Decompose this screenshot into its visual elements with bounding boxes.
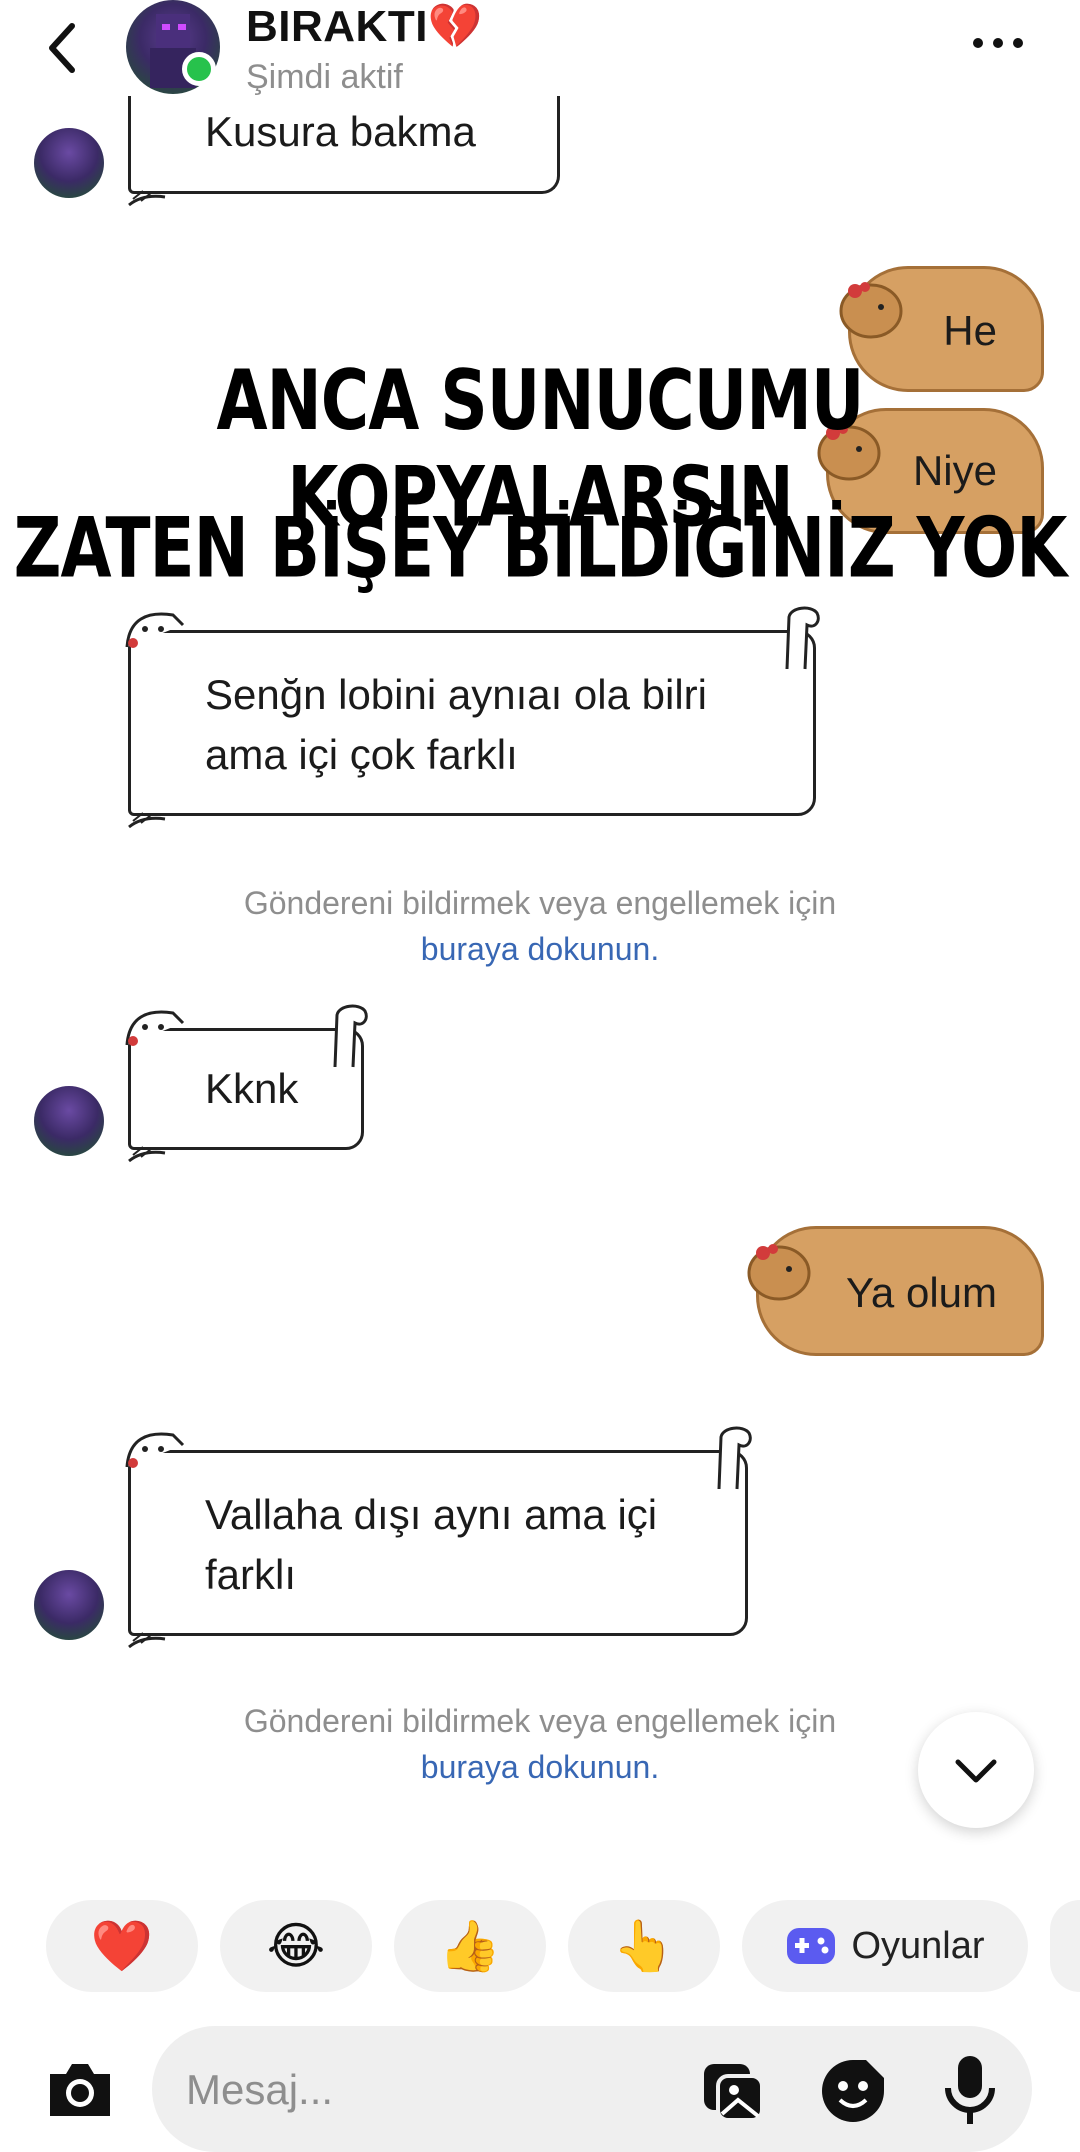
message-bubble[interactable]: Kusura bakma — [128, 96, 560, 207]
active-status: Şimdi aktif — [246, 58, 403, 96]
scroll-curl-decoration — [785, 606, 820, 670]
gamepad-icon — [787, 1928, 836, 1964]
message-text: Kknk — [205, 1065, 299, 1112]
sticker-icon[interactable] — [820, 2058, 886, 2124]
scroll-tail-decoration — [128, 812, 166, 829]
microphone-icon[interactable] — [942, 2054, 998, 2126]
online-indicator — [182, 52, 216, 86]
message-bubble[interactable]: Senğn lobini aynıaı ola bilri ama içi ço… — [125, 606, 820, 829]
quick-reaction-thumbs-up[interactable]: 👍 — [394, 1900, 546, 1992]
scroll-tail-decoration — [128, 190, 166, 207]
gallery-icon[interactable] — [700, 2058, 766, 2124]
quick-reaction-point-up[interactable]: 👆 — [568, 1900, 720, 1992]
contact-name[interactable]: BIRAKTI💔 — [246, 0, 483, 52]
message-bubble[interactable]: Kknk — [125, 1004, 368, 1163]
scroll-to-bottom-button[interactable] — [918, 1712, 1034, 1828]
laughing-face-icon: 😂 — [266, 1918, 326, 1974]
scroll-tail-decoration — [128, 1632, 166, 1649]
contact-avatar-small[interactable] — [34, 1086, 104, 1156]
games-button[interactable]: Oyunlar — [742, 1900, 1028, 1992]
message-text-line2: farklı — [205, 1551, 297, 1598]
report-notice: Göndereni bildirmek veya engellemek için… — [0, 880, 1080, 972]
message-input[interactable]: Mesaj... — [186, 2066, 333, 2114]
cat-face-decoration — [125, 1432, 185, 1468]
quick-reaction-heart[interactable]: ❤️ — [46, 1900, 198, 1992]
thumbs-up-icon: 👍 — [438, 1917, 502, 1974]
message-text: Ya olum — [846, 1269, 997, 1316]
message-bubble[interactable]: Vallaha dışı aynı ama içi farklı — [125, 1426, 752, 1649]
message-text-line1: Senğn lobini aynıaı ola bilri — [205, 671, 707, 718]
scroll-curl-decoration — [333, 1004, 368, 1068]
scroll-tail-decoration — [128, 1146, 166, 1163]
back-arrow-icon[interactable] — [30, 10, 100, 80]
quick-reaction-more[interactable] — [1050, 1900, 1080, 1992]
games-label: Oyunlar — [851, 1924, 985, 1967]
heart-icon: ❤️ — [90, 1917, 154, 1974]
contact-avatar-small[interactable] — [34, 1570, 104, 1640]
message-text: He — [943, 307, 997, 354]
overlay-caption-line2: ZATEN BİŞEY BİLDİĞİNİZ YOK — [13, 500, 1068, 597]
message-text: Kusura bakma — [205, 108, 476, 155]
pointing-up-icon: 👆 — [612, 1917, 676, 1974]
contact-avatar-small[interactable] — [34, 128, 104, 198]
scroll-curl-decoration — [717, 1426, 752, 1490]
report-notice-text: Göndereni bildirmek veya engellemek için — [243, 885, 837, 921]
message-text-line1: Vallaha dışı aynı ama içi — [205, 1491, 658, 1538]
cat-face-decoration — [125, 1010, 185, 1046]
message-text-line2: ama içi çok farklı — [205, 731, 518, 778]
camera-icon[interactable] — [44, 2058, 116, 2120]
cat-face-decoration — [125, 612, 185, 648]
quick-reaction-laugh[interactable]: 😂 — [220, 1900, 372, 1992]
chevron-down-icon — [955, 1759, 997, 1783]
more-options-icon[interactable] — [968, 28, 1028, 58]
message-bubble-outgoing[interactable]: Ya olum — [747, 1226, 1044, 1356]
capybara-head-icon — [839, 282, 903, 339]
report-notice-link[interactable]: buraya dokunun. — [0, 926, 1080, 972]
capybara-head-icon — [747, 1244, 811, 1301]
